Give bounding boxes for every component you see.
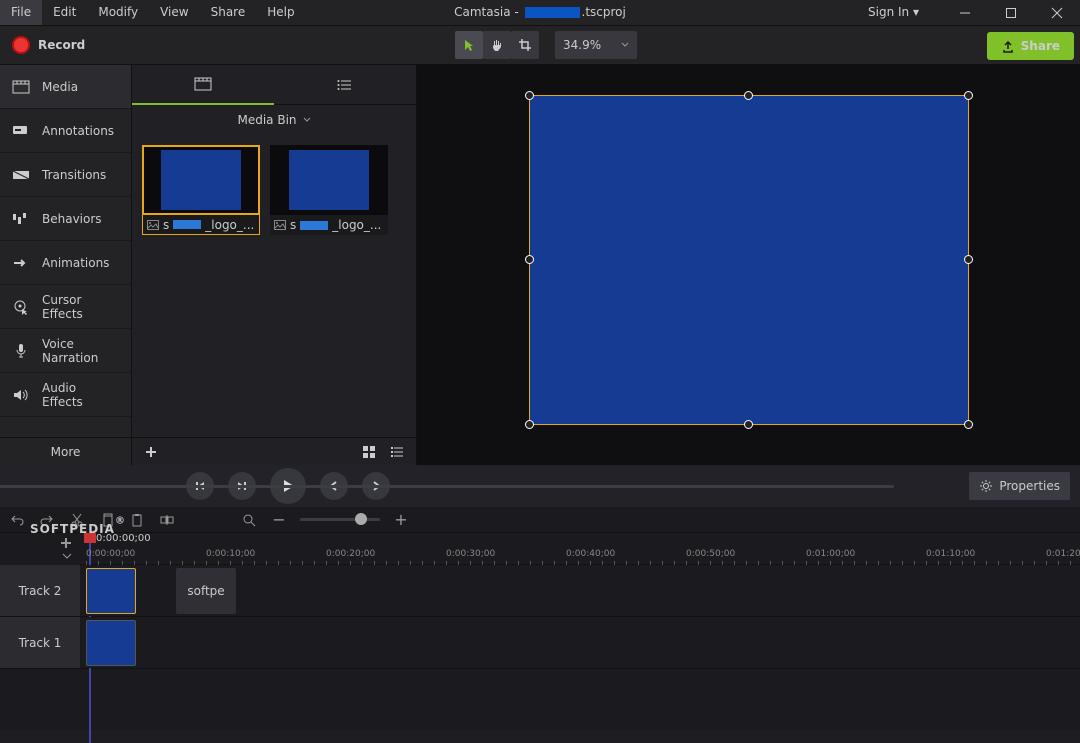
zoom-out-button[interactable]: − <box>270 511 288 529</box>
transport-bar: Properties <box>0 465 1080 507</box>
animations-icon <box>12 256 30 270</box>
preview-canvas[interactable] <box>417 65 1080 465</box>
sidebar-item-media[interactable]: Media <box>0 65 131 109</box>
gear-icon <box>979 479 993 493</box>
sidebar-item-transitions[interactable]: Transitions <box>0 153 131 197</box>
window-minimize-button[interactable] <box>942 0 988 25</box>
track-row: Track 1 <box>0 617 1080 669</box>
time-ruler[interactable]: 0:00:00;00 0:00:00;000:00:10;000:00:20;0… <box>80 533 1080 565</box>
annotation-icon <box>12 124 30 138</box>
canvas-zoom-select[interactable]: 34.9% <box>555 31 637 59</box>
split-button[interactable] <box>158 511 176 529</box>
sidebar-item-label: Media <box>42 80 78 94</box>
timeline-clip[interactable] <box>86 620 136 666</box>
menu-file[interactable]: File <box>0 0 42 25</box>
sidebar-more-button[interactable]: More <box>0 437 131 465</box>
menu-modify[interactable]: Modify <box>87 0 149 25</box>
menu-help[interactable]: Help <box>256 0 305 25</box>
playhead-icon[interactable] <box>84 533 96 543</box>
sidebar-item-label: Annotations <box>42 124 114 138</box>
menu-edit[interactable]: Edit <box>42 0 87 25</box>
sign-in-menu[interactable]: Sign In ▾ <box>862 0 925 25</box>
properties-button[interactable]: Properties <box>969 472 1070 500</box>
upload-icon <box>1001 39 1015 53</box>
media-thumb[interactable]: s_logo_... <box>142 145 260 235</box>
chevron-down-icon <box>621 42 629 48</box>
menu-share[interactable]: Share <box>200 0 257 25</box>
panel-tab-mediabin[interactable] <box>132 65 274 105</box>
playhead-time: 0:00:00;00 <box>96 533 151 544</box>
timeline-clip[interactable] <box>86 568 136 614</box>
crop-tool-button[interactable] <box>511 31 539 59</box>
track-header[interactable]: Track 2 <box>0 565 80 616</box>
sidebar-item-audio-effects[interactable]: Audio Effects <box>0 373 131 417</box>
panel-title: Media Bin <box>132 105 416 135</box>
cut-button[interactable] <box>68 511 86 529</box>
media-icon <box>194 77 212 91</box>
track-row: Track 2 softpe <box>0 565 1080 617</box>
tool-sidebar: Media Annotations Transitions Behaviors … <box>0 65 132 465</box>
timeline: − + 0:00:00;00 0:00:00;000:00:10;000:00:… <box>0 507 1080 730</box>
cursor-effects-icon <box>12 300 30 314</box>
canvas-object[interactable] <box>529 95 969 425</box>
sidebar-item-behaviors[interactable]: Behaviors <box>0 197 131 241</box>
window-close-button[interactable] <box>1034 0 1080 25</box>
sidebar-item-label: Animations <box>42 256 109 270</box>
microphone-icon <box>12 344 30 358</box>
add-media-button[interactable] <box>140 441 162 463</box>
paste-button[interactable] <box>128 511 146 529</box>
track-body[interactable]: softpe <box>80 565 1080 616</box>
list-icon <box>337 78 353 92</box>
sidebar-item-label: Behaviors <box>42 212 102 226</box>
transitions-icon <box>12 168 30 182</box>
menu-view[interactable]: View <box>149 0 199 25</box>
media-thumb[interactable]: s_logo_... <box>270 145 388 235</box>
undo-button[interactable] <box>8 511 26 529</box>
track-body[interactable] <box>80 617 1080 668</box>
timeline-zoom-slider[interactable] <box>300 518 380 521</box>
media-icon <box>12 80 30 94</box>
sidebar-item-voice-narration[interactable]: Voice Narration <box>0 329 131 373</box>
sidebar-item-label: Cursor Effects <box>42 293 119 321</box>
media-panel: Media Bin s_logo_... s_logo_... <box>132 65 417 465</box>
copy-button[interactable] <box>98 511 116 529</box>
panel-tab-library[interactable] <box>274 65 416 105</box>
select-tool-button[interactable] <box>455 31 483 59</box>
behaviors-icon <box>12 212 30 226</box>
grid-view-button[interactable] <box>358 441 380 463</box>
media-bin[interactable]: s_logo_... s_logo_... <box>132 135 416 437</box>
window-maximize-button[interactable] <box>988 0 1034 25</box>
menubar: File Edit Modify View Share Help Camtasi… <box>0 0 1080 25</box>
audio-effects-icon <box>12 388 30 402</box>
sidebar-item-label: Audio Effects <box>42 381 119 409</box>
track-options-button[interactable] <box>62 549 72 563</box>
chevron-down-icon <box>303 117 311 123</box>
sidebar-item-label: Voice Narration <box>42 337 119 365</box>
sidebar-item-label: Transitions <box>42 168 106 182</box>
image-icon <box>274 220 286 230</box>
redo-button[interactable] <box>38 511 56 529</box>
pan-tool-button[interactable] <box>483 31 511 59</box>
playback-slider[interactable] <box>414 481 894 491</box>
sidebar-item-cursor-effects[interactable]: Cursor Effects <box>0 285 131 329</box>
list-view-button[interactable] <box>386 441 408 463</box>
track-header[interactable]: Track 1 <box>0 617 80 668</box>
toolbar: Record 34.9% Share <box>0 25 1080 65</box>
share-button[interactable]: Share <box>987 32 1074 60</box>
image-icon <box>147 220 159 230</box>
sidebar-item-annotations[interactable]: Annotations <box>0 109 131 153</box>
zoom-fit-button[interactable] <box>240 511 258 529</box>
timeline-clip[interactable]: softpe <box>176 568 236 614</box>
record-button[interactable]: Record <box>0 36 97 54</box>
sidebar-item-animations[interactable]: Animations <box>0 241 131 285</box>
record-icon <box>12 36 30 54</box>
zoom-in-button[interactable]: + <box>392 511 410 529</box>
